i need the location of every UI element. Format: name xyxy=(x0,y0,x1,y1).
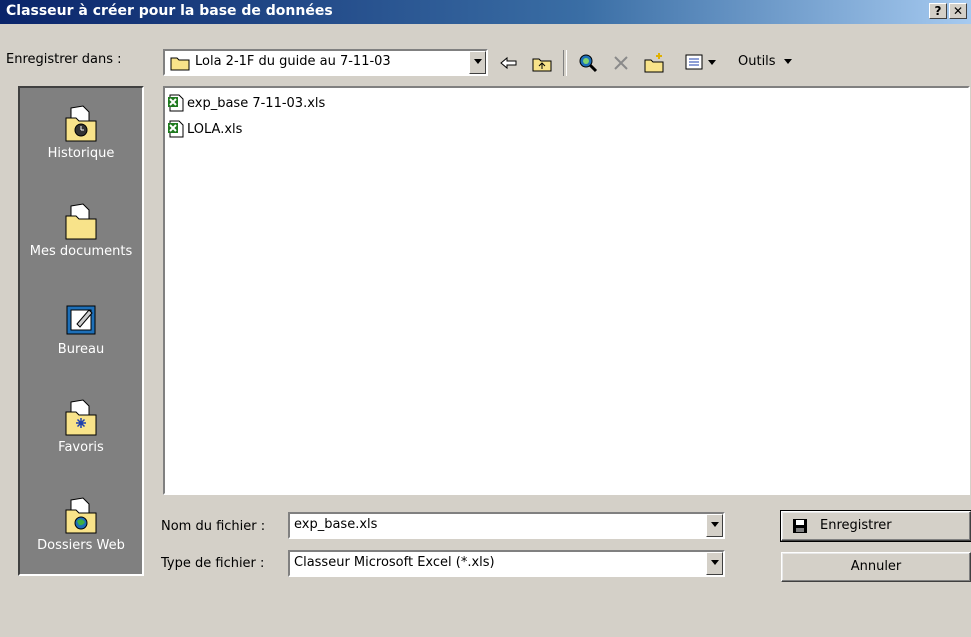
place-web-folders[interactable]: Dossiers Web xyxy=(20,496,142,553)
delete-icon xyxy=(614,56,628,70)
chevron-down-icon xyxy=(708,60,716,65)
place-label: Mes documents xyxy=(29,244,133,259)
place-label: Historique xyxy=(47,146,115,161)
close-button[interactable]: ✕ xyxy=(949,3,967,19)
save-in-dropdown[interactable]: Lola 2-1F du guide au 7-11-03 xyxy=(163,49,488,76)
current-folder-name: Lola 2-1F du guide au 7-11-03 xyxy=(195,54,391,69)
cancel-button[interactable]: Annuler xyxy=(781,552,971,582)
search-web-icon xyxy=(579,54,598,73)
new-folder-icon xyxy=(644,53,664,73)
back-button[interactable] xyxy=(498,52,520,74)
file-name: exp_base 7-11-03.xls xyxy=(187,95,326,111)
help-icon: ? xyxy=(934,4,942,18)
delete-button[interactable] xyxy=(610,52,632,74)
list-item[interactable]: exp_base 7-11-03.xls xyxy=(167,94,325,112)
chevron-down-icon[interactable] xyxy=(469,51,486,74)
search-web-button[interactable] xyxy=(577,52,599,74)
place-favorites[interactable]: Favoris xyxy=(20,398,142,455)
chevron-down-icon[interactable] xyxy=(706,514,723,537)
folder-icon xyxy=(170,57,190,71)
web-folders-icon xyxy=(65,497,97,534)
place-my-documents[interactable]: Mes documents xyxy=(20,202,142,259)
place-label: Dossiers Web xyxy=(37,538,125,553)
filetype-dropdown[interactable]: Classeur Microsoft Excel (*.xls) xyxy=(288,550,725,577)
place-desktop[interactable]: Bureau xyxy=(20,300,142,357)
chevron-down-icon[interactable] xyxy=(706,552,723,575)
views-button[interactable] xyxy=(684,52,724,74)
file-name: LOLA.xls xyxy=(187,121,243,137)
chevron-down-icon xyxy=(783,59,792,64)
up-one-level-button[interactable] xyxy=(531,52,553,74)
file-list[interactable]: exp_base 7-11-03.xls LOLA.xls xyxy=(163,86,970,495)
filename-value: exp_base.xls xyxy=(294,517,378,532)
save-as-dialog: Classeur à créer pour la base de données… xyxy=(0,0,971,637)
new-folder-button[interactable] xyxy=(643,52,665,74)
filename-field[interactable]: exp_base.xls xyxy=(288,512,725,539)
favorites-icon xyxy=(65,399,97,436)
close-icon: ✕ xyxy=(952,4,964,18)
history-icon xyxy=(65,105,97,142)
tools-menu[interactable]: Outils xyxy=(738,54,792,69)
place-label: Favoris xyxy=(58,440,104,455)
save-in-label: Enregistrer dans : xyxy=(6,52,122,67)
places-bar: Historique Mes documents Bureau Favoris … xyxy=(18,86,144,576)
list-item[interactable]: LOLA.xls xyxy=(167,120,242,138)
back-arrow-icon xyxy=(500,56,517,70)
filetype-value: Classeur Microsoft Excel (*.xls) xyxy=(294,555,495,570)
excel-file-icon xyxy=(168,94,184,112)
my-documents-icon xyxy=(65,203,97,240)
window-title: Classeur à créer pour la base de données xyxy=(6,3,333,19)
floppy-disk-icon xyxy=(793,519,807,533)
place-label: Bureau xyxy=(57,342,105,357)
excel-file-icon xyxy=(168,120,184,138)
views-icon xyxy=(685,54,703,70)
help-button[interactable]: ? xyxy=(929,3,947,19)
filename-label: Nom du fichier : xyxy=(161,519,266,534)
cancel-button-label: Annuler xyxy=(850,559,902,574)
filetype-label: Type de fichier : xyxy=(161,556,265,571)
save-button-label: Enregistrer xyxy=(820,518,892,533)
tools-menu-label: Outils xyxy=(738,54,776,69)
save-button[interactable]: Enregistrer xyxy=(780,510,971,542)
toolbar-separator xyxy=(563,50,567,76)
place-history[interactable]: Historique xyxy=(20,104,142,161)
up-folder-icon xyxy=(532,58,552,72)
title-bar[interactable]: Classeur à créer pour la base de données… xyxy=(0,0,971,24)
desktop-icon xyxy=(66,305,96,335)
